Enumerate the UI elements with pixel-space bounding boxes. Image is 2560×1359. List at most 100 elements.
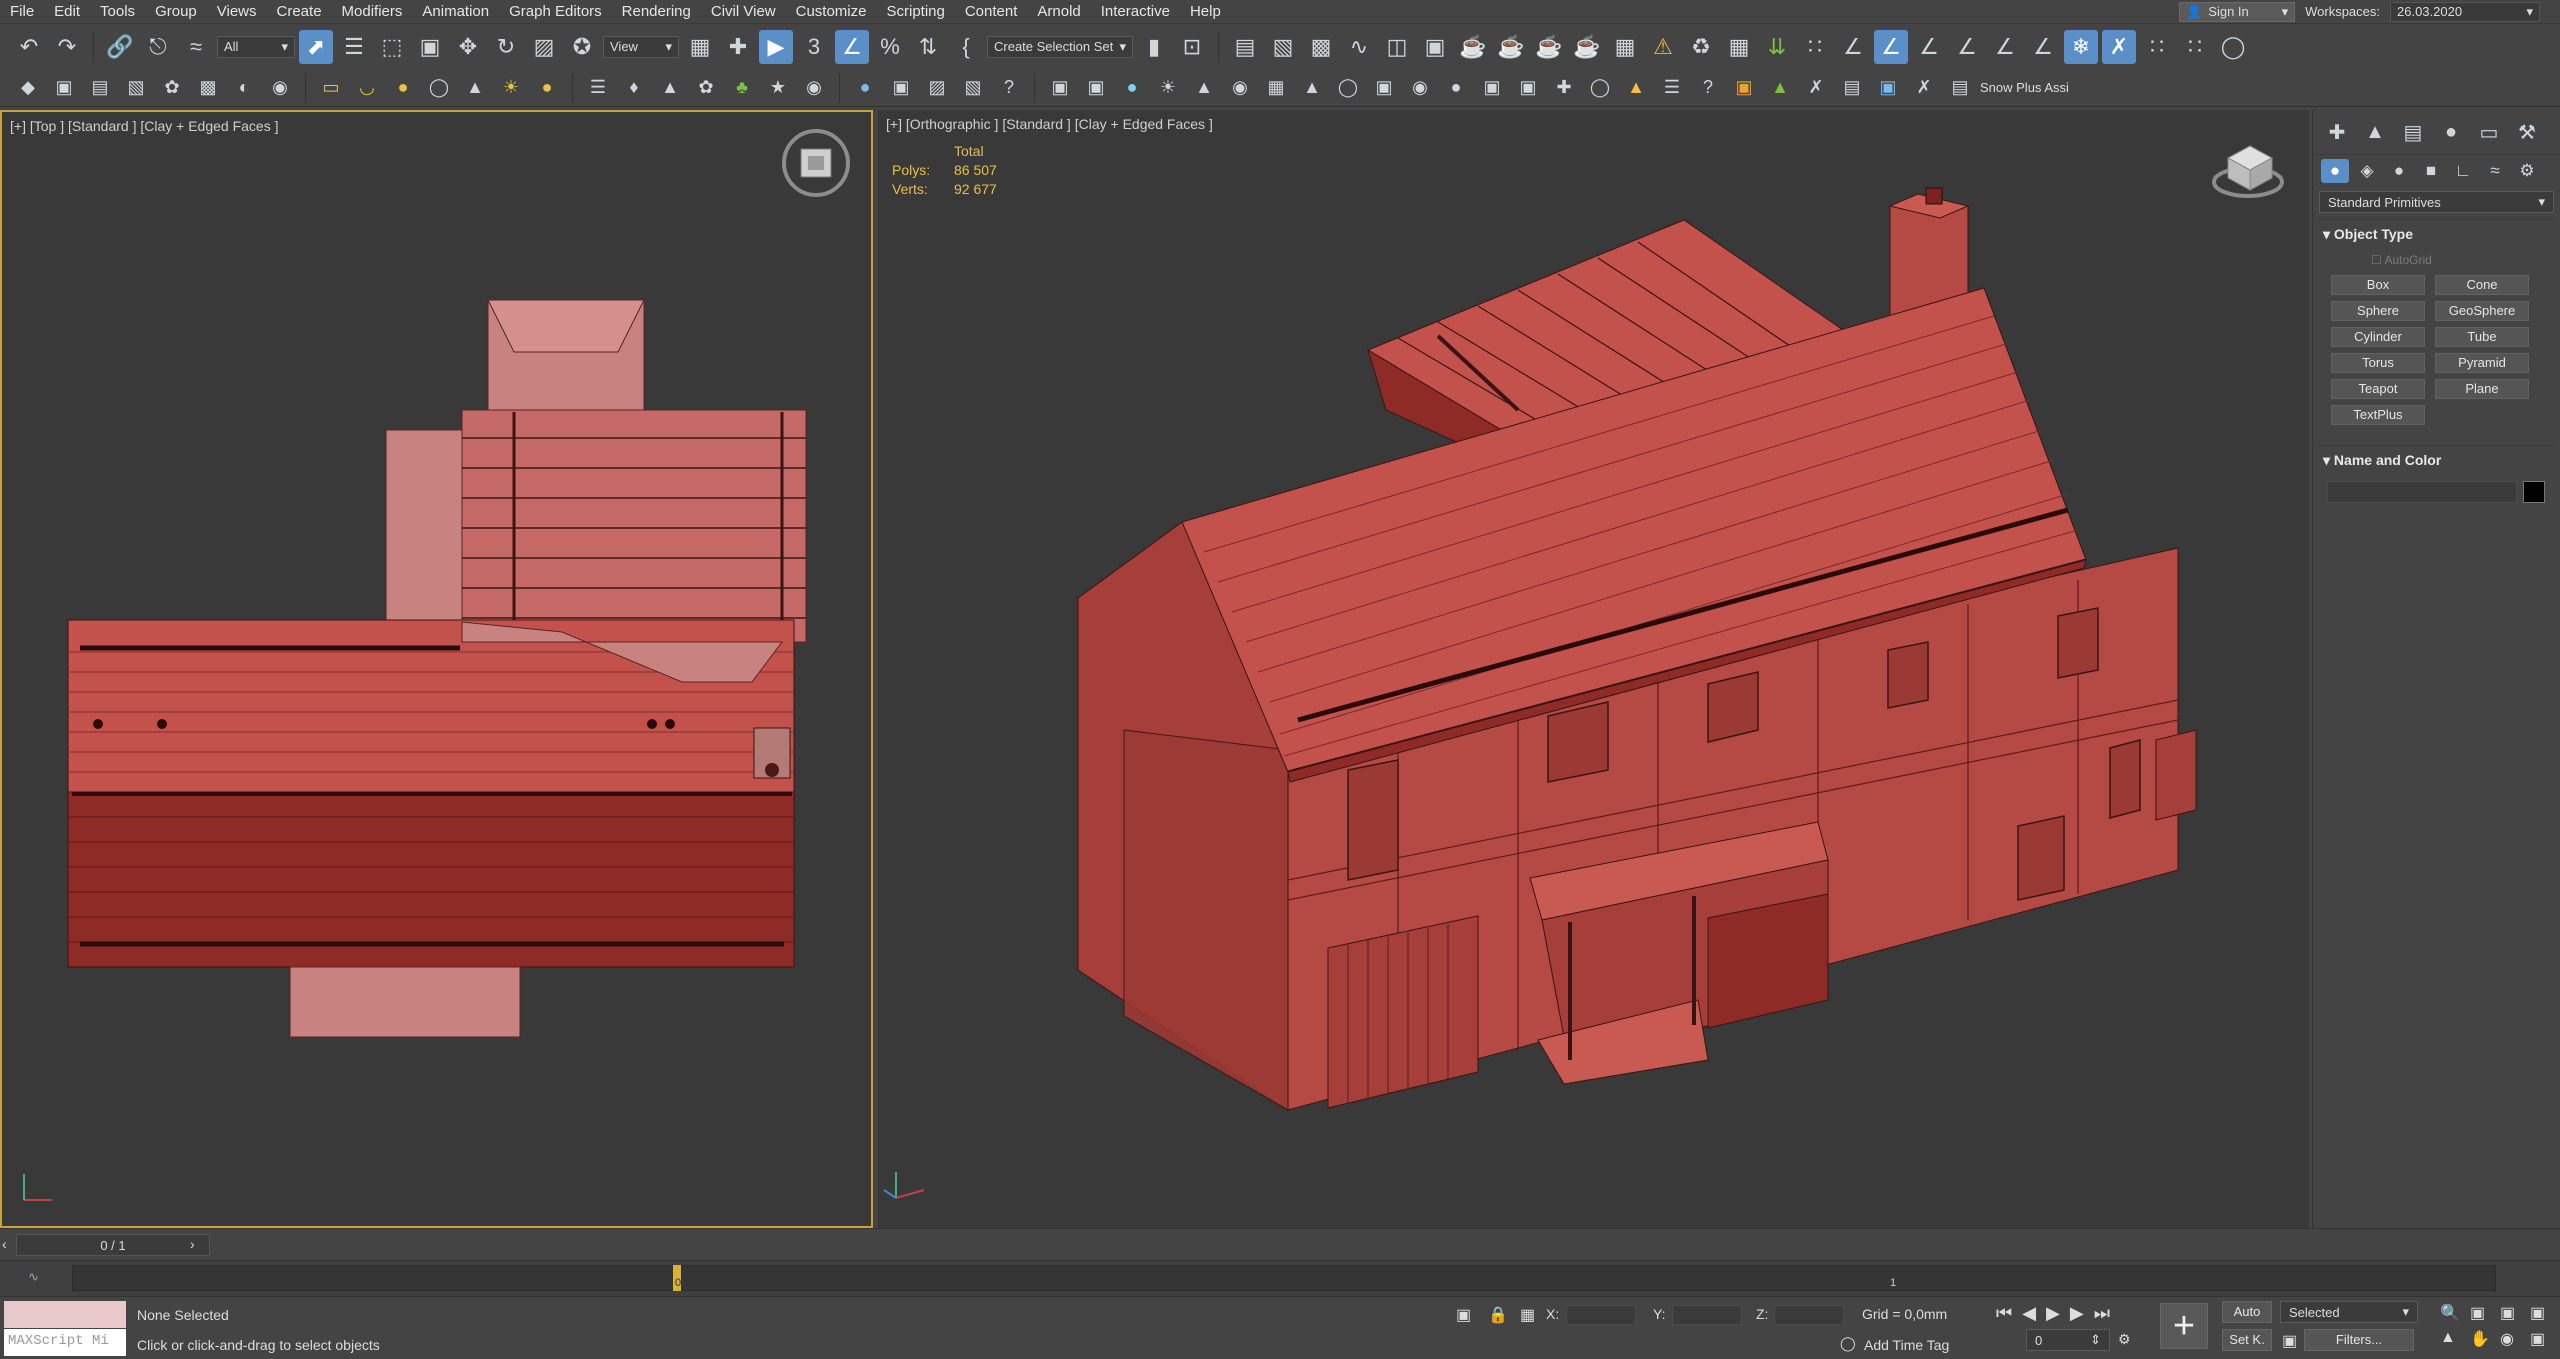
create-key-button[interactable]: + — [2160, 1303, 2208, 1349]
tool-icon[interactable]: ▩ — [192, 73, 224, 103]
place-icon[interactable]: ✪ — [565, 30, 599, 64]
snap-grid-icon[interactable]: ∷ — [1798, 30, 1832, 64]
tool-icon[interactable]: ▤ — [1944, 73, 1976, 103]
render-grid-icon[interactable]: ▦ — [1608, 30, 1642, 64]
tool-icon[interactable]: ▤ — [84, 73, 116, 103]
warning-icon[interactable]: ⚠ — [1646, 30, 1680, 64]
torus-button[interactable]: Torus — [2331, 353, 2425, 373]
menu-civil-view[interactable]: Civil View — [701, 3, 786, 20]
workspaces-dropdown[interactable]: 26.03.2020 ▾ — [2390, 1, 2540, 22]
xref-icon[interactable]: ✗ — [2102, 29, 2136, 64]
schematic-view-icon[interactable]: ◫ — [1380, 30, 1414, 64]
menu-edit[interactable]: Edit — [44, 3, 90, 20]
menu-animation[interactable]: Animation — [412, 3, 499, 20]
tool-icon[interactable]: ▣ — [885, 73, 917, 103]
mirror-icon[interactable]: ▮ — [1137, 30, 1171, 64]
script-icon[interactable]: ▦ — [1722, 30, 1756, 64]
dotted-circle-icon[interactable]: ◯ — [2216, 30, 2250, 64]
utilities-tab-icon[interactable]: ⚒ — [2511, 118, 2543, 146]
cylinder-button[interactable]: Cylinder — [2331, 327, 2425, 347]
tool-icon[interactable]: ✿ — [690, 73, 722, 103]
field-of-view-icon[interactable]: ▲ — [2440, 1329, 2468, 1349]
render-iterative-icon[interactable]: ☕ — [1570, 30, 1604, 64]
chevron-left-icon[interactable]: ‹ — [2, 1236, 7, 1252]
sign-in-button[interactable]: 👤 Sign In ▾ — [2179, 1, 2296, 22]
name-and-color-rollout[interactable]: ▾ Name and Color — [2319, 445, 2554, 475]
spinner-snap-icon[interactable]: ⇅ — [911, 30, 945, 64]
light-bulb-icon[interactable]: ● — [1116, 73, 1148, 103]
play-icon[interactable]: ▶ — [2046, 1303, 2060, 1324]
autogrid-checkbox[interactable]: ☐ AutoGrid — [2371, 249, 2560, 271]
tool-icon[interactable]: ▲ — [1764, 73, 1796, 103]
tool-icon[interactable]: ◯ — [1584, 73, 1616, 103]
bind-spacewarp-icon[interactable]: ≈ — [179, 30, 213, 64]
select-by-name-icon[interactable]: ☰ — [337, 30, 371, 64]
material-editor-icon[interactable]: ▣ — [1418, 30, 1452, 64]
reference-coord-dropdown[interactable]: View ▾ — [603, 35, 679, 58]
hierarchy-tab-icon[interactable]: ▤ — [2397, 118, 2429, 146]
snap-active-icon[interactable]: ∠ — [1874, 29, 1908, 64]
maximize-viewport-icon[interactable]: ▣ — [2530, 1329, 2558, 1349]
y-coordinate-field[interactable] — [1672, 1305, 1742, 1325]
select-manipulate-icon[interactable]: ✚ — [721, 30, 755, 64]
render-setup-icon[interactable]: ☕ — [1456, 30, 1490, 64]
modify-tab-icon[interactable]: ▲ — [2359, 118, 2391, 146]
circle-icon[interactable]: ● — [531, 73, 563, 103]
tool-icon[interactable]: ☰ — [1656, 73, 1688, 103]
pan-hand-icon[interactable]: ✋ — [2470, 1329, 2498, 1349]
tool-icon[interactable]: ◯ — [1332, 73, 1364, 103]
ribbon-icon[interactable]: ▩ — [1304, 30, 1338, 64]
cone-button[interactable]: Cone — [2435, 275, 2529, 295]
filters-button[interactable]: Filters... — [2304, 1329, 2414, 1351]
absolute-mode-icon[interactable]: ▦ — [1520, 1305, 1535, 1325]
menu-modifiers[interactable]: Modifiers — [332, 3, 413, 20]
tool-icon[interactable]: ▣ — [1476, 73, 1508, 103]
tool-icon[interactable]: ◉ — [264, 73, 296, 103]
help-icon[interactable]: ? — [993, 73, 1025, 103]
window-crossing-icon[interactable]: ▣ — [413, 30, 447, 64]
shapes-icon[interactable]: ◈ — [2353, 159, 2381, 183]
sun-light-icon[interactable]: ☀ — [1152, 73, 1184, 103]
z-coordinate-field[interactable] — [1774, 1305, 1844, 1325]
go-to-end-icon[interactable]: ⏭ — [2094, 1303, 2110, 1324]
tool-icon[interactable]: ▲ — [654, 73, 686, 103]
tool-icon[interactable]: ✚ — [1548, 73, 1580, 103]
current-frame-spinner[interactable]: 0 ⇕ — [2026, 1329, 2110, 1351]
arnold-icon[interactable]: ♻ — [1684, 30, 1718, 64]
next-frame-icon[interactable]: ▶ — [2070, 1303, 2084, 1324]
tool-icon[interactable]: ◉ — [798, 73, 830, 103]
tool-icon[interactable]: ✿ — [156, 73, 188, 103]
named-selection-dropdown[interactable]: Create Selection Set ▾ — [987, 35, 1133, 58]
tool-icon[interactable]: ◆ — [12, 73, 44, 103]
undo-icon[interactable]: ↶ — [12, 30, 46, 64]
snaps-toggle-icon[interactable]: 3 — [797, 30, 831, 64]
zoom-extents-all-icon[interactable]: ▣ — [2530, 1303, 2558, 1323]
tool-icon[interactable]: ▲ — [1620, 73, 1652, 103]
sphere-button[interactable]: Sphere — [2331, 301, 2425, 321]
viewport-top[interactable]: [+] [Top ] [Standard ] [Clay + Edged Fac… — [0, 110, 873, 1228]
curve-editor-toggle-icon[interactable]: ∿ — [28, 1269, 39, 1285]
move-icon[interactable]: ✥ — [451, 30, 485, 64]
redo-icon[interactable]: ↷ — [50, 30, 84, 64]
dots-grid-icon[interactable]: ∷ — [2140, 30, 2174, 64]
chevron-down-double-icon[interactable]: ⇊ — [1760, 30, 1794, 64]
menu-group[interactable]: Group — [145, 3, 207, 20]
tool-icon[interactable]: ◉ — [1404, 73, 1436, 103]
dots-grid-2-icon[interactable]: ∷ — [2178, 30, 2212, 64]
motion-tab-icon[interactable]: ● — [2435, 118, 2467, 146]
tool-icon[interactable]: ▨ — [921, 73, 953, 103]
rect-selection-icon[interactable]: ⬚ — [375, 30, 409, 64]
tool-icon[interactable]: ★ — [762, 73, 794, 103]
isolate-icon[interactable]: ▣ — [1456, 1305, 1471, 1325]
link-icon[interactable]: 🔗 — [103, 30, 137, 64]
torus-icon[interactable]: ◯ — [423, 73, 455, 103]
pyramid-button[interactable]: Pyramid — [2435, 353, 2529, 373]
keyboard-override-icon[interactable]: ▶ — [759, 29, 793, 64]
maxscript-listener-output[interactable] — [4, 1301, 126, 1328]
snow-icon[interactable]: ❄ — [2064, 29, 2098, 64]
hemisphere-icon[interactable]: ◡ — [351, 73, 383, 103]
menu-scripting[interactable]: Scripting — [876, 3, 954, 20]
angle-snap-icon[interactable]: ∠ — [835, 29, 869, 64]
snap-tool-4-icon[interactable]: ∠ — [1988, 30, 2022, 64]
go-to-start-icon[interactable]: ⏮ — [1996, 1303, 2012, 1324]
